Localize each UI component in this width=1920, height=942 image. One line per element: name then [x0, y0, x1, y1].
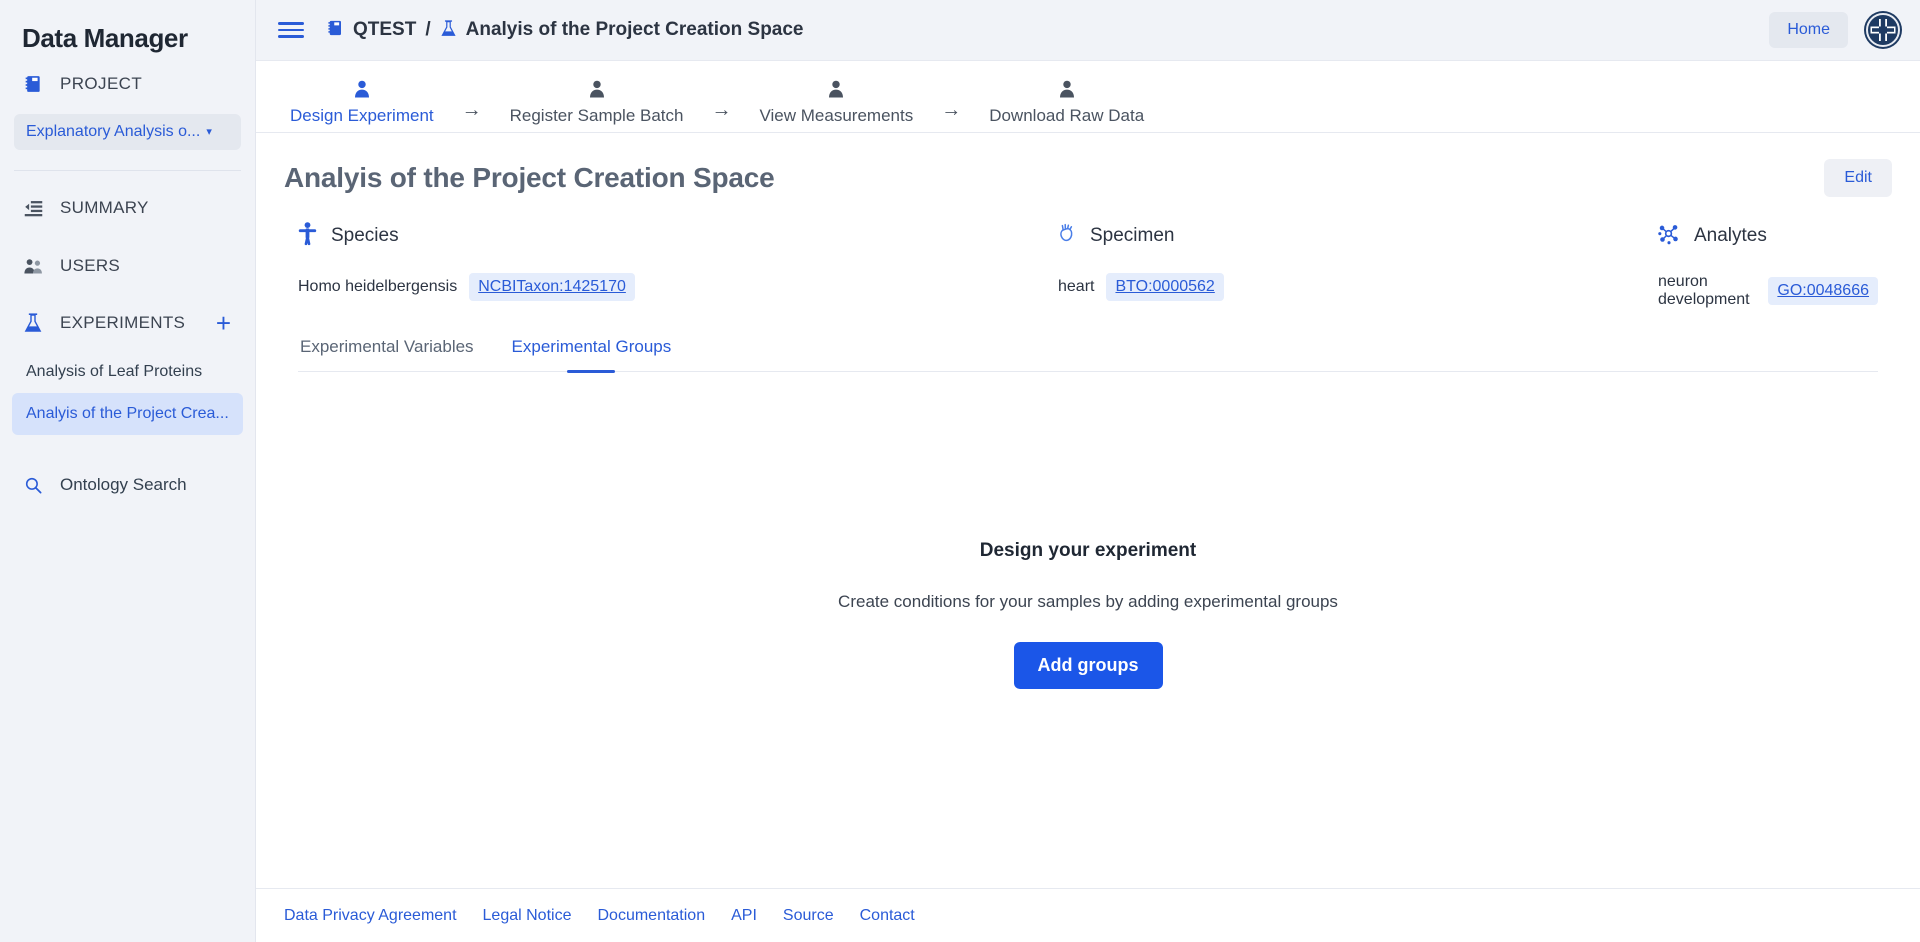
sidebar-item-ontology-search-label: Ontology Search [60, 475, 187, 495]
sidebar-item-summary[interactable]: SUMMARY [0, 179, 255, 237]
sidebar-project-label: PROJECT [60, 74, 142, 94]
metadata-specimen-value-row: heart BTO:0000562 [1058, 273, 1658, 301]
empty-state-subtitle: Create conditions for your samples by ad… [838, 592, 1338, 612]
add-groups-button[interactable]: Add groups [1014, 642, 1163, 689]
step-design-experiment[interactable]: Design Experiment [284, 80, 440, 126]
metadata-specimen-value: heart [1058, 278, 1094, 296]
sidebar-section-project: PROJECT [0, 62, 255, 106]
footer-link-source[interactable]: Source [783, 907, 834, 925]
ontology-tag-specimen[interactable]: BTO:0000562 [1106, 273, 1223, 301]
footer-link-documentation[interactable]: Documentation [597, 907, 705, 925]
footer-link-api[interactable]: API [731, 907, 757, 925]
experiment-tabs: Experimental Variables Experimental Grou… [298, 337, 1878, 372]
person-icon [354, 80, 370, 103]
metadata-analytes-label: Analytes [1694, 225, 1767, 247]
page-title: Analyis of the Project Creation Space [284, 162, 775, 194]
metadata-specimen: Specimen heart BTO:0000562 [1058, 221, 1658, 309]
step-arrow-icon: → [712, 99, 732, 122]
metadata-species-value: Homo heidelbergensis [298, 278, 457, 296]
tab-experimental-variables[interactable]: Experimental Variables [298, 337, 476, 371]
sidebar-item-experiments-label: EXPERIMENTS [60, 313, 200, 333]
breadcrumb: QTEST / Analyis of the Project Creation … [326, 19, 804, 41]
sidebar-item-summary-label: SUMMARY [60, 198, 149, 218]
metadata-species-label: Species [331, 225, 399, 247]
metadata-species-value-row: Homo heidelbergensis NCBITaxon:1425170 [298, 273, 1058, 301]
users-icon [22, 255, 44, 277]
flask-icon [440, 19, 457, 41]
step-label: View Measurements [760, 106, 914, 126]
ontology-tag-species[interactable]: NCBITaxon:1425170 [469, 273, 635, 301]
app-root: Data Manager PROJECT Explanatory Analysi… [0, 0, 1920, 942]
step-view-measurements[interactable]: View Measurements [754, 80, 920, 126]
tab-experimental-groups[interactable]: Experimental Groups [510, 337, 674, 371]
chevron-down-icon: ▾ [206, 127, 212, 138]
sidebar-item-users[interactable]: USERS [0, 237, 255, 295]
breadcrumb-separator: / [425, 19, 430, 41]
step-register-sample-batch[interactable]: Register Sample Batch [504, 80, 690, 126]
sidebar-section-experiments: EXPERIMENTS + [0, 295, 255, 351]
breadcrumb-experiment: Analyis of the Project Creation Space [466, 19, 804, 41]
project-selector-label: Explanatory Analysis o... [26, 123, 200, 141]
content-area: Analyis of the Project Creation Space Ed… [256, 133, 1920, 888]
step-label: Design Experiment [290, 106, 434, 126]
metadata-analytes-value: neuron development [1658, 273, 1756, 309]
step-download-raw-data[interactable]: Download Raw Data [983, 80, 1150, 126]
app-brand-title: Data Manager [0, 0, 255, 62]
project-selector[interactable]: Explanatory Analysis o... ▾ [14, 114, 241, 150]
notebook-icon [22, 73, 44, 95]
metadata-species-header: Species [298, 221, 1058, 251]
breadcrumb-project[interactable]: QTEST [353, 19, 416, 41]
metadata-specimen-header: Specimen [1058, 221, 1658, 251]
app-logo-icon[interactable] [1864, 11, 1902, 49]
molecule-network-icon [1658, 223, 1680, 250]
edit-button[interactable]: Edit [1824, 159, 1892, 197]
experiment-list-item[interactable]: Analysis of Leaf Proteins [12, 351, 243, 393]
topbar: QTEST / Analyis of the Project Creation … [256, 0, 1920, 61]
step-label: Register Sample Batch [510, 106, 684, 126]
person-icon [589, 80, 605, 103]
human-figure-icon [298, 222, 317, 251]
person-icon [1059, 80, 1075, 103]
page-header-row: Analyis of the Project Creation Space Ed… [284, 133, 1892, 207]
experiment-list-item[interactable]: Analyis of the Project Crea... [12, 393, 243, 435]
main-area: QTEST / Analyis of the Project Creation … [256, 0, 1920, 942]
metadata-species: Species Homo heidelbergensis NCBITaxon:1… [298, 221, 1058, 309]
person-icon [828, 80, 844, 103]
footer-link-contact[interactable]: Contact [860, 907, 915, 925]
workflow-stepper: Design Experiment → Register Sample Batc… [256, 61, 1920, 133]
notebook-icon [326, 19, 344, 41]
sidebar: Data Manager PROJECT Explanatory Analysi… [0, 0, 256, 942]
empty-state: Design your experiment Create conditions… [284, 540, 1892, 689]
sidebar-item-users-label: USERS [60, 256, 120, 276]
ontology-tag-analytes[interactable]: GO:0048666 [1768, 277, 1878, 305]
footer-link-data-privacy-agreement[interactable]: Data Privacy Agreement [284, 907, 457, 925]
flask-icon [22, 312, 44, 334]
sidebar-item-ontology-search[interactable]: Ontology Search [0, 457, 255, 513]
sidebar-divider [14, 170, 241, 171]
metadata-specimen-label: Specimen [1090, 225, 1175, 247]
step-arrow-icon: → [462, 99, 482, 122]
summary-list-icon [22, 197, 44, 219]
metadata-analytes-value-row: neuron development GO:0048666 [1658, 273, 1878, 309]
step-label: Download Raw Data [989, 106, 1144, 126]
experiment-metadata: Species Homo heidelbergensis NCBITaxon:1… [284, 207, 1892, 309]
footer: Data Privacy Agreement Legal Notice Docu… [256, 888, 1920, 942]
metadata-analytes-header: Analytes [1658, 221, 1767, 251]
home-button[interactable]: Home [1769, 12, 1848, 48]
metadata-analytes: Analytes neuron development GO:0048666 [1658, 221, 1878, 309]
step-arrow-icon: → [941, 99, 961, 122]
add-experiment-button[interactable]: + [216, 310, 233, 336]
empty-state-title: Design your experiment [980, 540, 1196, 562]
heart-organ-icon [1058, 223, 1076, 249]
search-icon [22, 474, 44, 496]
hamburger-icon[interactable] [278, 17, 304, 43]
footer-link-legal-notice[interactable]: Legal Notice [483, 907, 572, 925]
